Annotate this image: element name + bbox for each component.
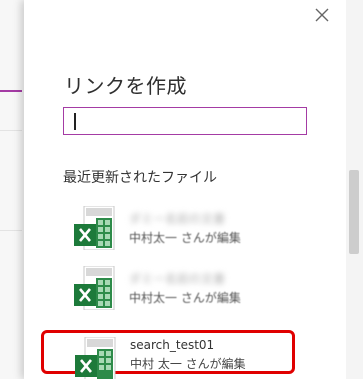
file-editor-meta: 中村太一 さんが編集 <box>129 291 241 305</box>
background-page <box>0 0 24 379</box>
file-list-item-selected[interactable]: search_test01 中村 太一 さんが編集 <box>41 330 295 379</box>
file-name: ダミー名前の文書 <box>129 212 226 226</box>
file-list-item[interactable]: ダミー名前の文書 中村太一 さんが編集 <box>63 204 289 250</box>
text-caret <box>74 113 76 130</box>
background-divider <box>0 230 22 231</box>
excel-file-icon <box>75 337 116 379</box>
background-divider <box>0 130 22 131</box>
link-search-input[interactable] <box>63 107 307 135</box>
scrollbar-thumb[interactable] <box>349 170 359 254</box>
file-name: search_test01 <box>130 338 215 352</box>
close-button[interactable] <box>307 0 337 30</box>
file-editor-meta: 中村 太一 さんが編集 <box>130 357 246 371</box>
section-header: 最近更新されたファイル <box>63 170 217 186</box>
background-accent-line <box>0 90 22 92</box>
panel-title: リンクを作成 <box>64 74 187 98</box>
side-panel <box>24 0 346 379</box>
file-list-item[interactable]: ダミー名前の文書 中村太一 さんが編集 <box>63 264 289 310</box>
excel-file-icon <box>74 206 115 250</box>
file-editor-meta: 中村太一 さんが編集 <box>129 231 241 245</box>
close-icon <box>315 8 329 22</box>
create-link-dialog: リンクを作成 最近更新されたファイル ダミー名前の文書 中村太一 さんが編集 ダ… <box>0 0 363 379</box>
excel-file-icon <box>74 266 115 310</box>
file-name: ダミー名前の文書 <box>129 272 226 286</box>
